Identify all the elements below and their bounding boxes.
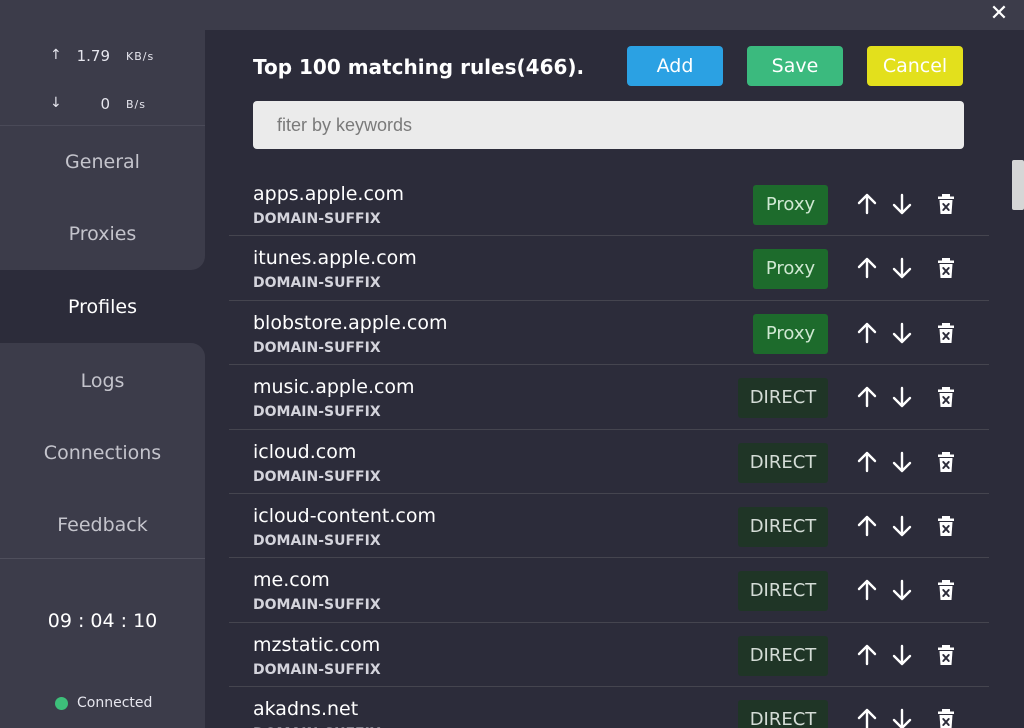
nav-item-general[interactable]: General	[0, 126, 205, 198]
arrow-up-icon[interactable]	[855, 514, 879, 538]
title-bar: ✕	[0, 0, 1024, 30]
rule-policy-badge[interactable]: Proxy	[753, 313, 828, 354]
rule-type: DOMAIN-SUFFIX	[253, 533, 381, 549]
upload-arrow-icon: ↑	[50, 47, 62, 63]
arrow-down-icon[interactable]	[890, 450, 914, 474]
page-title: Top 100 matching rules(466).	[253, 55, 585, 79]
nav-item-profiles[interactable]: Profiles	[0, 271, 205, 343]
nav-group-top: General Proxies	[0, 126, 205, 270]
rule-type: DOMAIN-SUFFIX	[253, 404, 381, 421]
delete-icon[interactable]	[934, 578, 958, 602]
delete-icon[interactable]	[934, 192, 958, 216]
rule-type: DOMAIN-SUFFIX	[253, 339, 381, 356]
arrow-down-icon[interactable]	[890, 385, 914, 409]
rule-policy-badge[interactable]: DIRECT	[738, 442, 828, 483]
delete-icon[interactable]	[934, 321, 958, 345]
rule-list: apps.apple.com DOMAIN-SUFFIX Proxy itunes.a…	[229, 172, 989, 728]
cancel-button[interactable]: Cancel	[867, 46, 963, 86]
rule-row[interactable]: icloud.com DOMAIN-SUFFIX DIRECT	[229, 430, 989, 494]
rule-domain: blobstore.apple.com	[253, 311, 448, 334]
delete-icon[interactable]	[934, 450, 958, 474]
close-icon[interactable]: ✕	[988, 3, 1010, 25]
rule-type: DOMAIN-SUFFIX	[253, 597, 381, 614]
rule-row[interactable]: itunes.apple.com DOMAIN-SUFFIX Proxy	[229, 236, 989, 301]
rule-domain: apps.apple.com	[253, 183, 405, 205]
rule-domain: music.apple.com	[253, 376, 415, 399]
arrow-up-icon[interactable]	[855, 256, 879, 280]
arrow-up-icon[interactable]	[855, 643, 879, 667]
arrow-down-icon[interactable]	[890, 256, 914, 280]
rule-type: DOMAIN-SUFFIX	[253, 468, 381, 485]
download-speed: ↓ 0 B/s	[0, 92, 205, 116]
delete-icon[interactable]	[934, 514, 958, 538]
nav-item-connections[interactable]: Connections	[0, 417, 205, 489]
arrow-down-icon[interactable]	[890, 643, 914, 667]
arrow-up-icon[interactable]	[855, 321, 879, 345]
arrow-up-icon[interactable]	[855, 578, 879, 602]
rule-domain: mzstatic.com	[253, 633, 381, 656]
upload-speed-value: 1.79	[76, 47, 110, 65]
sidebar: ↑ 1.79 KB/s ↓ 0 B/s General Proxies Prof…	[0, 30, 205, 728]
scrollbar-thumb[interactable]	[1012, 160, 1024, 210]
rule-policy-badge[interactable]: DIRECT	[738, 378, 828, 419]
rule-policy-badge[interactable]: DIRECT	[738, 700, 828, 728]
uptime-clock: 09 : 04 : 10	[47, 610, 158, 632]
delete-icon[interactable]	[934, 707, 958, 728]
upload-speed-unit: KB/s	[126, 50, 155, 63]
delete-icon[interactable]	[934, 256, 958, 280]
filter-input[interactable]	[253, 101, 964, 149]
arrow-down-icon[interactable]	[890, 514, 914, 538]
rule-policy-badge[interactable]: DIRECT	[738, 571, 828, 612]
arrow-up-icon[interactable]	[855, 192, 879, 216]
nav-item-logs[interactable]: Logs	[0, 345, 205, 417]
status-label: Connected	[77, 695, 153, 711]
upload-speed: ↑ 1.79 KB/s	[0, 44, 205, 68]
add-button[interactable]: Add	[627, 46, 723, 86]
rule-policy-badge[interactable]: DIRECT	[738, 635, 828, 676]
rule-row[interactable]: music.apple.com DOMAIN-SUFFIX DIRECT	[229, 365, 989, 430]
delete-icon[interactable]	[934, 385, 958, 409]
arrow-up-icon[interactable]	[855, 450, 879, 474]
rule-row[interactable]: akadns.netDOMAIN-SUFFIXDIRECT	[229, 687, 989, 728]
rule-row[interactable]: icloud-content.com DOMAIN-SUFFIX DIRECT	[229, 494, 989, 559]
rule-type: DOMAIN-SUFFIX	[253, 275, 381, 292]
nav-group-bottom: Logs Connections Feedback 09 : 04 : 10 C…	[0, 343, 205, 728]
arrow-down-icon[interactable]	[890, 192, 914, 216]
rule-type: DOMAIN-SUFFIX	[253, 211, 381, 227]
rule-type: DOMAIN-SUFFIX	[253, 661, 381, 678]
rule-row[interactable]: apps.apple.com DOMAIN-SUFFIX Proxy	[229, 172, 989, 237]
nav-item-proxies[interactable]: Proxies	[0, 198, 205, 270]
connection-status: Connected	[0, 694, 205, 714]
rule-policy-badge[interactable]: Proxy	[753, 249, 828, 290]
arrow-up-icon[interactable]	[855, 707, 879, 728]
rule-domain: icloud.com	[253, 440, 357, 463]
download-speed-value: 0	[100, 95, 110, 113]
download-speed-unit: B/s	[126, 98, 146, 111]
rule-policy-badge[interactable]: DIRECT	[738, 507, 828, 547]
speed-panel: ↑ 1.79 KB/s ↓ 0 B/s	[0, 30, 205, 126]
arrow-down-icon[interactable]	[890, 321, 914, 345]
arrow-down-icon[interactable]	[890, 707, 914, 728]
arrow-down-icon[interactable]	[890, 578, 914, 602]
rule-domain: me.com	[253, 569, 330, 592]
rule-row[interactable]: mzstatic.com DOMAIN-SUFFIX DIRECT	[229, 623, 989, 688]
arrow-up-icon[interactable]	[855, 385, 879, 409]
rule-domain: itunes.apple.com	[253, 247, 417, 270]
save-button[interactable]: Save	[747, 46, 843, 86]
download-arrow-icon: ↓	[50, 95, 62, 111]
rule-policy-badge[interactable]: Proxy	[753, 185, 828, 225]
rule-domain: icloud-content.com	[253, 505, 436, 527]
delete-icon[interactable]	[934, 643, 958, 667]
rule-row[interactable]: blobstore.apple.com DOMAIN-SUFFIX Proxy	[229, 301, 989, 366]
nav-item-feedback[interactable]: Feedback	[0, 489, 205, 561]
rule-domain: akadns.net	[253, 698, 359, 721]
sidebar-divider	[0, 558, 205, 559]
status-dot-icon	[55, 697, 68, 710]
rule-row[interactable]: me.com DOMAIN-SUFFIX DIRECT	[229, 558, 989, 623]
